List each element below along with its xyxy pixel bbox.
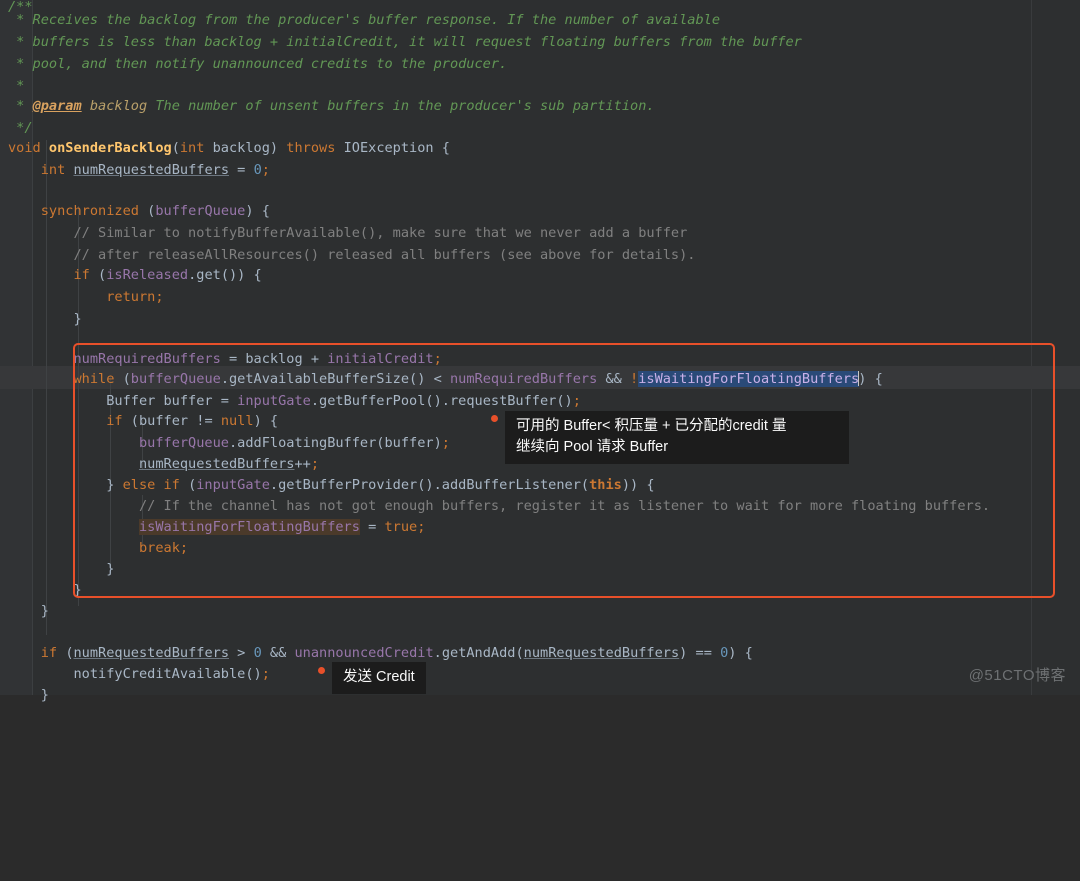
code-line: synchronized (bufferQueue) {: [40, 203, 270, 219]
code-line: return;: [106, 289, 164, 305]
code-line: void onSenderBacklog(int backlog) throws…: [8, 140, 450, 156]
code-line: // If the channel has not got enough buf…: [138, 498, 991, 514]
code-line: * Receives the backlog from the producer…: [8, 12, 721, 28]
code-line: break;: [138, 540, 189, 556]
code-line: * pool, and then notify unannounced cred…: [8, 56, 508, 72]
code-line: bufferQueue.addFloatingBuffer(buffer);: [138, 435, 450, 451]
watermark: @51CTO博客: [968, 667, 1066, 684]
code-line: }: [8, 603, 49, 619]
code-line: notifyCreditAvailable();: [8, 666, 270, 682]
code-line: } else if (inputGate.getBufferProvider()…: [8, 477, 655, 493]
code-line: }: [8, 311, 82, 327]
annotation-tooltip-send-credit: 发送 Credit: [332, 662, 426, 694]
code-line: if (isReleased.get()) {: [73, 267, 262, 283]
annotation-tooltip-buffer-request: 可用的 Buffer< 积压量 + 已分配的credit 量 继续向 Pool …: [505, 411, 849, 464]
annotation-dot: [318, 667, 325, 674]
code-line: isWaitingForFloatingBuffers = true;: [138, 519, 426, 535]
code-editor-screenshot: /** * Receives the backlog from the prod…: [0, 0, 1080, 703]
annotation-dot: [491, 415, 498, 422]
code-line: while (bufferQueue.getAvailableBufferSiz…: [73, 371, 883, 387]
code-line: if (buffer != null) {: [106, 413, 279, 429]
code-line: // Similar to notifyBufferAvailable(), m…: [73, 225, 688, 241]
code-line: * buffers is less than backlog + initial…: [8, 34, 802, 50]
code-line: }: [8, 687, 49, 703]
code-line: }: [8, 561, 115, 577]
code-line: int numRequestedBuffers = 0;: [40, 162, 270, 178]
code-text-area[interactable]: /** * Receives the backlog from the prod…: [0, 0, 1080, 703]
code-line: numRequestedBuffers++;: [138, 456, 320, 472]
code-line: * @param backlog The number of unsent bu…: [8, 98, 655, 114]
code-line: }: [8, 582, 82, 598]
